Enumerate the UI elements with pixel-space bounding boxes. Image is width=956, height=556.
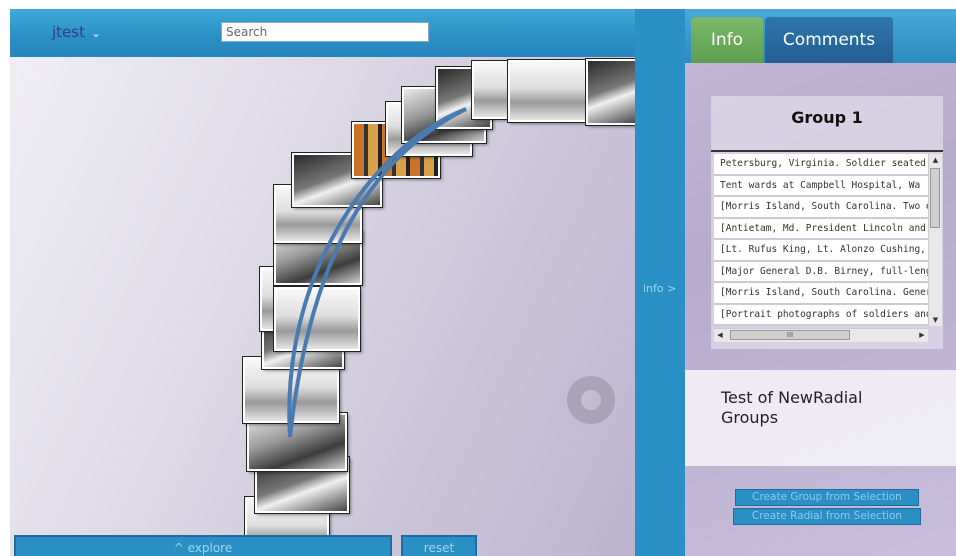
info-toggle-button[interactable]: info > [643, 282, 676, 295]
explore-button[interactable]: ^ explore [14, 535, 392, 556]
list-item[interactable]: Petersburg, Virginia. Soldier seated b [714, 154, 928, 176]
divider [711, 150, 943, 152]
radial-arc-inner [287, 107, 467, 438]
group-title: Group 1 [791, 108, 863, 127]
info-divider: info > [635, 9, 685, 556]
left-panel: jtest ⌄ ^ explore reset [10, 9, 635, 556]
tab-info[interactable]: Info [691, 17, 763, 63]
create-group-button[interactable]: Create Group from Selection [735, 489, 919, 506]
tab-bar: Info Comments [685, 9, 956, 63]
radial-arc-overlay [287, 107, 467, 438]
reset-button[interactable]: reset [401, 535, 477, 556]
scroll-up-icon[interactable]: ▲ [929, 154, 942, 166]
create-radial-button[interactable]: Create Radial from Selection [733, 508, 921, 525]
list-item[interactable]: [Portrait photographs of soldiers and [714, 304, 928, 326]
list-item[interactable]: [Morris Island, South Carolina. Two e [714, 197, 928, 219]
list-item[interactable]: [Lt. Rufus King, Lt. Alonzo Cushing, L [714, 240, 928, 262]
item-list[interactable]: Petersburg, Virginia. Soldier seated b T… [714, 154, 928, 326]
list-item[interactable]: [Morris Island, South Carolina. Gener [714, 283, 928, 305]
right-panel: Info Comments Group 1 Petersburg, Virgin… [685, 9, 956, 556]
navigation-wheel-icon[interactable] [567, 376, 615, 424]
list-item[interactable]: [Major General D.B. Birney, full-lengt [714, 261, 928, 283]
top-bar: jtest ⌄ [10, 9, 635, 57]
horizontal-scrollbar[interactable]: ◀ III ▶ [714, 328, 928, 342]
vertical-scrollbar[interactable]: ▲ ▼ [928, 154, 942, 326]
radial-canvas[interactable] [10, 57, 635, 556]
user-menu[interactable]: jtest ⌄ [52, 23, 101, 41]
scroll-right-icon[interactable]: ▶ [916, 329, 928, 342]
list-item[interactable]: Tent wards at Campbell Hospital, Wa [714, 175, 928, 197]
scroll-down-icon[interactable]: ▼ [929, 314, 942, 326]
group-description: Test of NewRadial Groups [721, 388, 863, 427]
scrollbar-thumb[interactable] [930, 168, 940, 228]
chevron-down-icon: ⌄ [90, 26, 102, 40]
list-item[interactable]: [Antietam, Md. President Lincoln and [714, 218, 928, 240]
scroll-left-icon[interactable]: ◀ [714, 329, 726, 342]
group-box: Group 1 Petersburg, Virginia. Soldier se… [711, 96, 943, 349]
user-name: jtest [52, 23, 85, 41]
search-input[interactable] [221, 22, 429, 42]
tab-comments[interactable]: Comments [765, 17, 893, 63]
scrollbar-thumb[interactable]: III [730, 330, 850, 340]
description-box: Test of NewRadial Groups [685, 370, 956, 466]
